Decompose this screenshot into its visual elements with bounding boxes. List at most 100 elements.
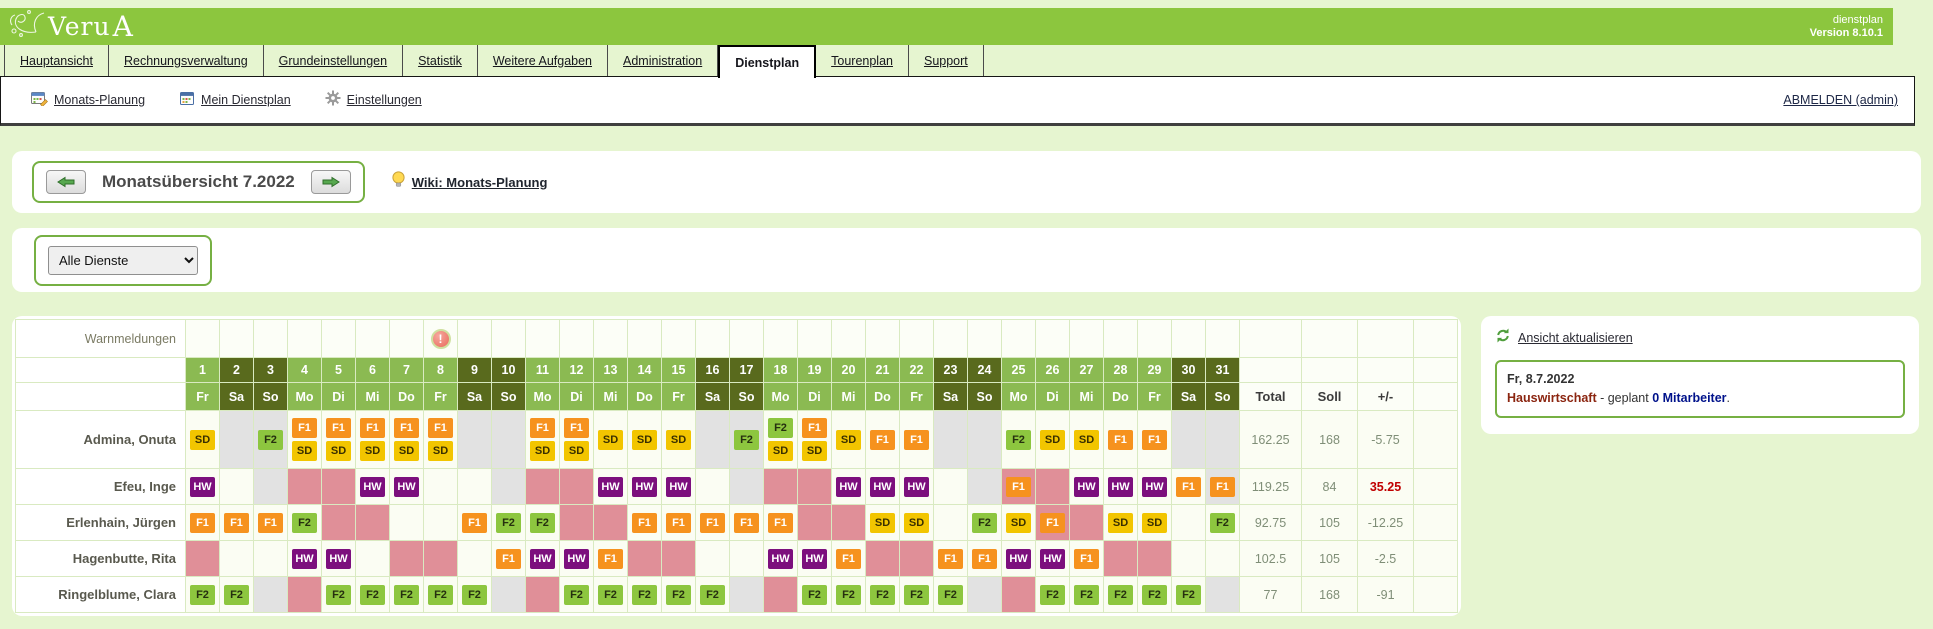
shift-cell[interactable] — [628, 541, 662, 577]
wiki-link[interactable]: Wiki: Monats-Planung — [391, 171, 548, 193]
shift-cell[interactable] — [900, 541, 934, 577]
tab-grundeinstellungen[interactable]: Grundeinstellungen — [264, 45, 403, 76]
shift-cell[interactable]: SD — [1036, 411, 1070, 469]
shift-cell[interactable]: F1 — [764, 505, 798, 541]
shift-cell[interactable]: HW — [628, 469, 662, 505]
shift-cell[interactable] — [424, 541, 458, 577]
shift-cell[interactable] — [1206, 577, 1240, 613]
shift-cell[interactable] — [288, 469, 322, 505]
shift-cell[interactable]: F2 — [560, 577, 594, 613]
tab-hauptansicht[interactable]: Hauptansicht — [4, 45, 109, 76]
shift-cell[interactable] — [1138, 541, 1172, 577]
shift-cell[interactable] — [934, 469, 968, 505]
shift-cell[interactable] — [934, 505, 968, 541]
shift-cell[interactable] — [492, 469, 526, 505]
shift-cell[interactable] — [424, 469, 458, 505]
shift-cell[interactable]: F1 — [968, 541, 1002, 577]
shift-cell[interactable] — [662, 541, 696, 577]
shift-cell[interactable]: SD — [662, 411, 696, 469]
shift-cell[interactable] — [526, 577, 560, 613]
shift-cell[interactable] — [1172, 411, 1206, 469]
shift-cell[interactable] — [832, 505, 866, 541]
shift-cell[interactable] — [764, 577, 798, 613]
shift-cell[interactable]: F2 — [934, 577, 968, 613]
shift-cell[interactable] — [1104, 541, 1138, 577]
shift-cell[interactable]: HW — [1138, 469, 1172, 505]
shift-cell[interactable]: HW — [526, 541, 560, 577]
shift-cell[interactable]: F1 — [254, 505, 288, 541]
shift-cell[interactable] — [1002, 577, 1036, 613]
shift-cell[interactable]: F2 — [458, 577, 492, 613]
shift-cell[interactable]: F2 — [1002, 411, 1036, 469]
shift-cell[interactable]: F1SD — [322, 411, 356, 469]
shift-cell[interactable]: HW — [900, 469, 934, 505]
shift-cell[interactable] — [458, 411, 492, 469]
shift-cell[interactable]: F2 — [254, 411, 288, 469]
shift-cell[interactable]: F2 — [1172, 577, 1206, 613]
shift-cell[interactable]: F1SD — [560, 411, 594, 469]
shift-cell[interactable] — [254, 577, 288, 613]
shift-cell[interactable]: F1 — [492, 541, 526, 577]
shift-cell[interactable] — [1070, 505, 1104, 541]
shift-cell[interactable] — [356, 505, 390, 541]
shift-cell[interactable]: F2 — [492, 505, 526, 541]
shift-cell[interactable]: HW — [390, 469, 424, 505]
shift-cell[interactable]: F1 — [696, 505, 730, 541]
shift-cell[interactable]: HW — [1070, 469, 1104, 505]
shift-cell[interactable]: HW — [594, 469, 628, 505]
shift-cell[interactable]: F2 — [696, 577, 730, 613]
shift-cell[interactable]: F2 — [1138, 577, 1172, 613]
shift-cell[interactable]: F1 — [934, 541, 968, 577]
shift-cell[interactable]: F1 — [1172, 469, 1206, 505]
shift-cell[interactable]: F1 — [1206, 469, 1240, 505]
shift-cell[interactable]: F2 — [968, 505, 1002, 541]
shift-cell[interactable] — [1172, 505, 1206, 541]
shift-cell[interactable]: F2 — [866, 577, 900, 613]
shift-cell[interactable]: SD — [866, 505, 900, 541]
shift-cell[interactable] — [220, 469, 254, 505]
shift-cell[interactable] — [390, 505, 424, 541]
shift-cell[interactable]: F1 — [866, 411, 900, 469]
logout-link[interactable]: ABMELDEN (admin) — [1783, 93, 1898, 107]
shift-cell[interactable]: HW — [866, 469, 900, 505]
shift-cell[interactable]: HW — [798, 541, 832, 577]
shift-cell[interactable] — [696, 541, 730, 577]
shift-cell[interactable] — [458, 541, 492, 577]
shift-cell[interactable]: SD — [594, 411, 628, 469]
shift-cell[interactable]: F2 — [1070, 577, 1104, 613]
shift-cell[interactable] — [968, 411, 1002, 469]
shift-cell[interactable]: F1 — [1036, 505, 1070, 541]
shift-cell[interactable]: HW — [1002, 541, 1036, 577]
shift-cell[interactable]: HW — [832, 469, 866, 505]
shift-cell[interactable]: F1SD — [526, 411, 560, 469]
shift-cell[interactable]: F2 — [900, 577, 934, 613]
shift-cell[interactable]: SD — [832, 411, 866, 469]
shift-cell[interactable] — [730, 541, 764, 577]
shift-cell[interactable] — [730, 577, 764, 613]
shift-cell[interactable] — [730, 469, 764, 505]
shift-cell[interactable] — [1036, 469, 1070, 505]
shift-cell[interactable]: F2 — [662, 577, 696, 613]
shift-cell[interactable]: F1SD — [424, 411, 458, 469]
shift-cell[interactable] — [220, 411, 254, 469]
shift-cell[interactable]: F1 — [1104, 411, 1138, 469]
shift-cell[interactable]: F2 — [526, 505, 560, 541]
shift-cell[interactable]: SD — [1002, 505, 1036, 541]
tab-administration[interactable]: Administration — [608, 45, 718, 76]
shift-cell[interactable] — [594, 505, 628, 541]
shift-cell[interactable]: F2SD — [764, 411, 798, 469]
shift-cell[interactable] — [764, 469, 798, 505]
shift-cell[interactable] — [968, 577, 1002, 613]
shift-cell[interactable] — [288, 577, 322, 613]
shift-cell[interactable]: F1 — [1070, 541, 1104, 577]
shift-cell[interactable]: F1SD — [390, 411, 424, 469]
shift-cell[interactable]: F1SD — [798, 411, 832, 469]
shift-cell[interactable]: F1 — [628, 505, 662, 541]
shift-cell[interactable]: HW — [322, 541, 356, 577]
shift-cell[interactable]: F2 — [322, 577, 356, 613]
service-filter-select[interactable]: Alle Dienste — [48, 246, 198, 275]
shift-cell[interactable]: F2 — [798, 577, 832, 613]
refresh-view-link[interactable]: Ansicht aktualisieren — [1495, 328, 1905, 348]
shift-cell[interactable] — [526, 469, 560, 505]
shift-cell[interactable]: F1 — [662, 505, 696, 541]
